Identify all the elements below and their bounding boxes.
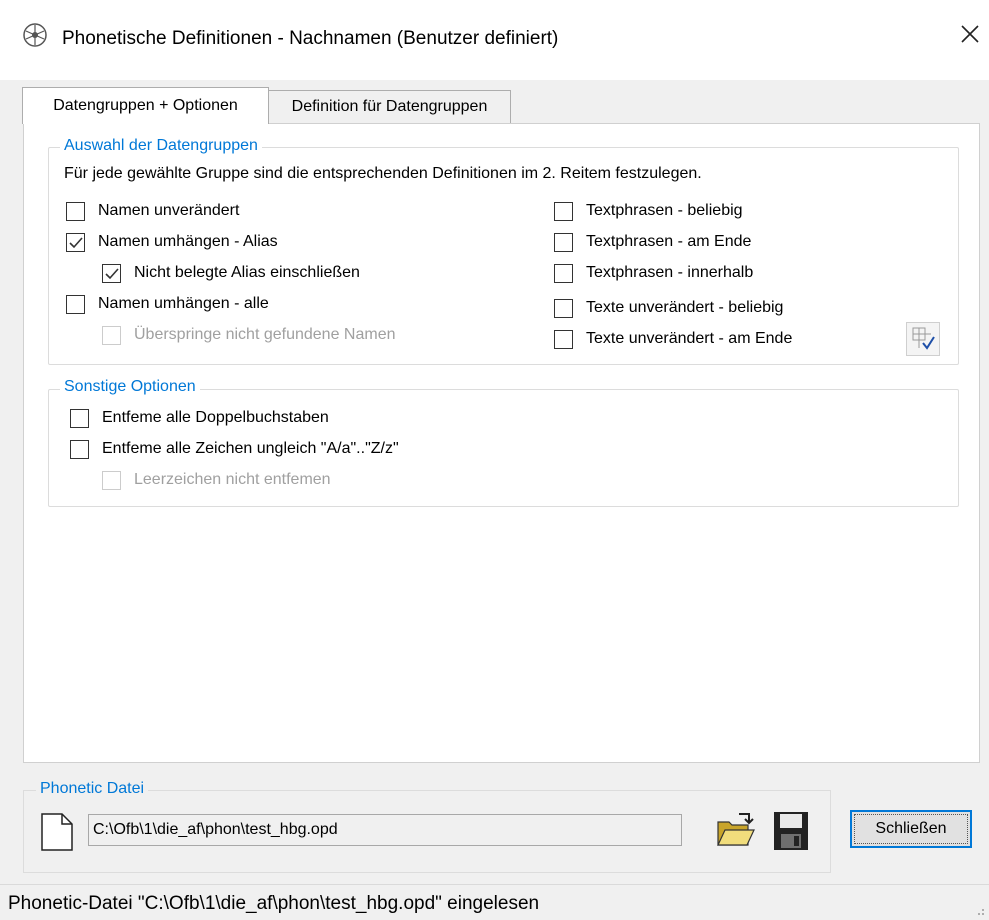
label-leerzeichen: Leerzeichen nicht entfemen [134,471,331,488]
open-folder-icon [717,813,755,846]
phonetic-file-legend: Phonetic Datei [36,780,149,798]
new-file-button[interactable] [38,812,76,852]
label-texte-unveraendert-am-ende: Texte unverändert - am Ende [586,330,793,347]
checkbox-leerzeichen [102,471,121,490]
checkbox-texte-unveraendert-am-ende[interactable] [554,330,573,349]
tab-datengruppen[interactable]: Datengruppen + Optionen [22,87,269,124]
label-doppelbuchstaben: Entfeme alle Doppelbuchstaben [102,409,329,426]
tab-definition[interactable]: Definition für Datengruppen [268,90,511,123]
tree-icon [23,23,47,47]
status-bar: Phonetic-Datei "C:\Ofb\1\die_af\phon\tes… [0,884,989,920]
save-icon [774,812,808,850]
label-texte-unveraendert-beliebig: Texte unverändert - beliebig [586,299,784,316]
datagroups-legend: Auswahl der Datengruppen [60,137,262,155]
new-document-icon [41,813,73,851]
label-ueberspringe: Überspringe nicht gefundene Namen [134,326,396,343]
close-button[interactable]: Schließen [850,810,972,848]
checkbox-textphrasen-am-ende[interactable] [554,233,573,252]
close-button-label: Schließen [875,820,947,837]
label-namen-unveraendert: Namen unverändert [98,202,240,219]
checkbox-namen-unveraendert[interactable] [66,202,85,221]
close-icon[interactable] [958,22,982,46]
title-bar: Phonetische Definitionen - Nachnamen (Be… [0,0,989,80]
label-nicht-belegte-alias: Nicht belegte Alias einschließen [134,264,360,281]
save-file-button[interactable] [772,810,810,852]
label-zeichen-ungleich: Entfeme alle Zeichen ungleich "A/a".."Z/… [102,440,399,457]
checkmark-icon [105,268,119,280]
label-textphrasen-beliebig: Textphrasen - beliebig [586,202,743,219]
options-legend: Sonstige Optionen [60,378,200,396]
datagroups-note: Für jede gewählte Gruppe sind die entspr… [64,165,702,182]
checkbox-namen-umhaengen-alle[interactable] [66,295,85,314]
select-all-button[interactable] [906,322,940,356]
checkbox-zeichen-ungleich[interactable] [70,440,89,459]
checkbox-texte-unveraendert-beliebig[interactable] [554,299,573,318]
label-namen-umhaengen-alle: Namen umhängen - alle [98,295,269,312]
label-textphrasen-innerhalb: Textphrasen - innerhalb [586,264,754,281]
resize-grip-icon[interactable] [973,904,985,916]
checkbox-textphrasen-innerhalb[interactable] [554,264,573,283]
open-file-button[interactable] [715,810,755,850]
checkbox-nicht-belegte-alias[interactable] [102,264,121,283]
checkmark-icon [69,237,83,249]
label-textphrasen-am-ende: Textphrasen - am Ende [586,233,752,250]
checkbox-ueberspringe [102,326,121,345]
tab-label: Definition für Datengruppen [291,98,488,115]
label-namen-umhaengen-alias: Namen umhängen - Alias [98,233,278,250]
file-path-field[interactable]: C:\Ofb\1\die_af\phon\test_hbg.opd [88,814,682,846]
tab-label: Datengruppen + Optionen [53,97,238,114]
checkbox-namen-umhaengen-alias[interactable] [66,233,85,252]
window-title: Phonetische Definitionen - Nachnamen (Be… [62,28,559,49]
checkbox-textphrasen-beliebig[interactable] [554,202,573,221]
select-all-icon [912,327,935,350]
status-text: Phonetic-Datei "C:\Ofb\1\die_af\phon\tes… [8,893,540,914]
checkbox-doppelbuchstaben[interactable] [70,409,89,428]
